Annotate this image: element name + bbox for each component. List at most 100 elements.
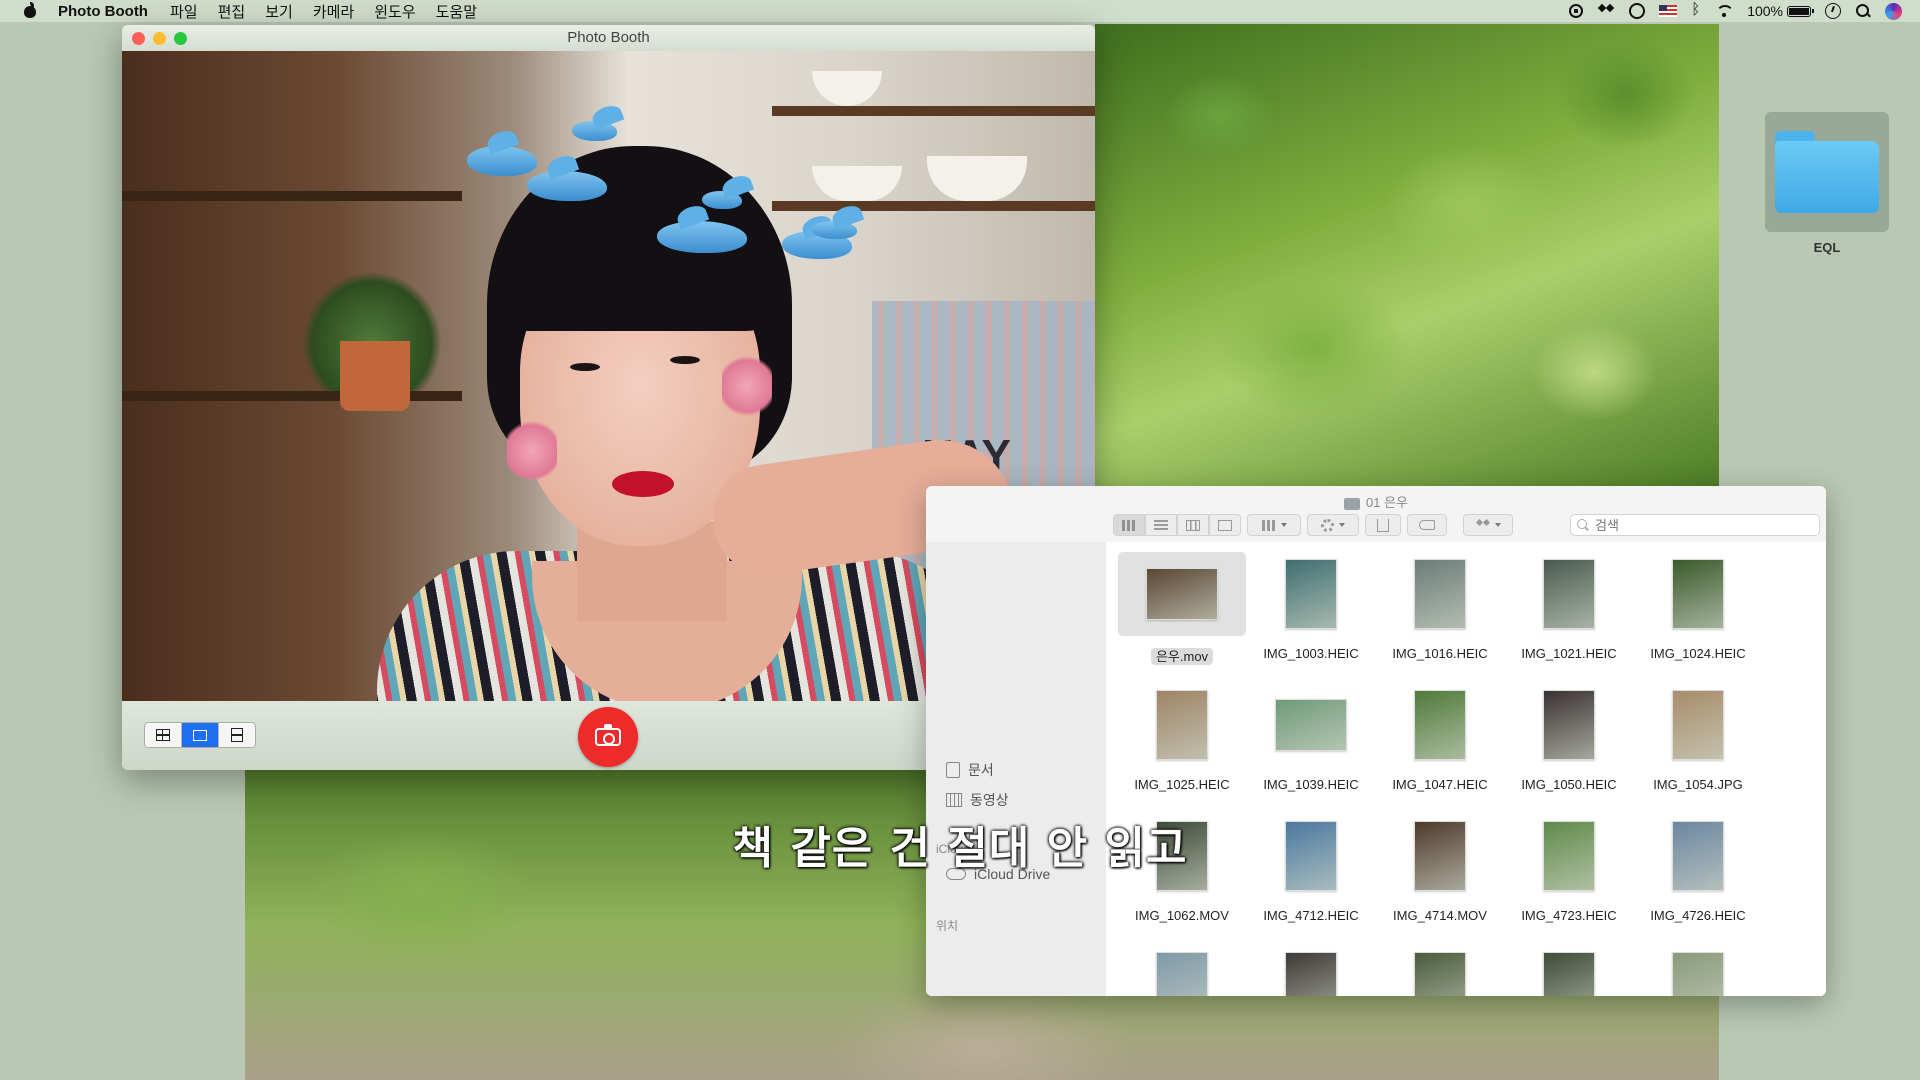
filmstrip-view-button[interactable] bbox=[219, 723, 255, 747]
dropbox-button[interactable] bbox=[1463, 514, 1513, 536]
folder-icon bbox=[1775, 131, 1879, 213]
file-thumbnail bbox=[1414, 952, 1466, 996]
file-name: IMG_1024.HEIC bbox=[1634, 646, 1762, 661]
tags-button[interactable] bbox=[1407, 514, 1447, 536]
group-by-button[interactable] bbox=[1247, 514, 1301, 536]
bowl bbox=[812, 166, 902, 201]
sidebar-section-locations: 위치 bbox=[936, 919, 959, 933]
file-item[interactable]: IMG_1016.HEIC bbox=[1376, 552, 1504, 661]
search-input[interactable] bbox=[1593, 516, 1797, 534]
bird-effect-icon bbox=[657, 221, 747, 253]
siri-icon[interactable] bbox=[1885, 2, 1902, 20]
file-name-text: IMG_4714.MOV bbox=[1393, 908, 1487, 923]
file-grid: 은우.mov IMG_1003.HEIC IMG_1016.HEIC IMG_1021… bbox=[1106, 542, 1826, 996]
file-thumbnail bbox=[1672, 559, 1724, 629]
file-item[interactable] bbox=[1505, 945, 1633, 996]
menu-help[interactable]: 도움말 bbox=[436, 1, 477, 22]
menu-view[interactable]: 보기 bbox=[265, 1, 293, 22]
file-thumbnail bbox=[1672, 690, 1724, 760]
file-item[interactable]: IMG_1054.JPG bbox=[1634, 683, 1762, 792]
dropbox-icon[interactable] bbox=[1597, 4, 1615, 18]
menu-app-name[interactable]: Photo Booth bbox=[58, 3, 148, 20]
file-name-text: IMG_1054.JPG bbox=[1653, 777, 1743, 792]
wall-shelf bbox=[772, 201, 1095, 211]
menu-edit[interactable]: 편집 bbox=[218, 1, 246, 22]
file-item[interactable] bbox=[1118, 945, 1246, 996]
file-thumbnail bbox=[1543, 559, 1595, 629]
file-thumbnail-frame bbox=[1118, 552, 1246, 636]
creative-cloud-icon[interactable] bbox=[1629, 3, 1646, 19]
video-subtitle: 책 같은 건 절대 안 읽고 bbox=[732, 823, 1188, 874]
search-field[interactable] bbox=[1570, 514, 1820, 536]
menu-bar: Photo Booth 파일 편집 보기 카메라 윈도우 도움말 100% bbox=[0, 0, 1920, 22]
file-name-text: IMG_1016.HEIC bbox=[1392, 646, 1488, 661]
file-name-text: IMG_1021.HEIC bbox=[1521, 646, 1617, 661]
gear-icon bbox=[1321, 518, 1334, 532]
group-icon bbox=[1261, 519, 1276, 531]
file-item[interactable]: IMG_1025.HEIC bbox=[1118, 683, 1246, 792]
file-item[interactable]: IMG_1003.HEIC bbox=[1247, 552, 1375, 661]
file-thumbnail-frame bbox=[1505, 683, 1633, 767]
list-view-button[interactable] bbox=[1145, 514, 1177, 536]
menu-file[interactable]: 파일 bbox=[170, 1, 198, 22]
sidebar-item-documents[interactable]: 문서 bbox=[946, 760, 994, 780]
gallery-view-icon bbox=[1218, 519, 1232, 531]
desktop-folder-label: EQL bbox=[1813, 240, 1841, 255]
sidebar-item-movies[interactable]: 동영상 bbox=[946, 790, 1009, 810]
share-button[interactable] bbox=[1365, 514, 1401, 536]
sidebar-item-label: 문서 bbox=[968, 762, 994, 778]
file-name: IMG_1054.JPG bbox=[1634, 777, 1762, 792]
file-item[interactable] bbox=[1247, 945, 1375, 996]
single-view-button[interactable] bbox=[182, 723, 219, 747]
file-thumbnail bbox=[1275, 699, 1347, 751]
share-icon bbox=[1377, 518, 1389, 532]
earring bbox=[507, 416, 557, 486]
spotlight-search-icon[interactable] bbox=[1855, 3, 1871, 19]
file-thumbnail-frame bbox=[1634, 683, 1762, 767]
apple-menu-icon[interactable] bbox=[22, 2, 38, 19]
window-titlebar[interactable]: Photo Booth bbox=[122, 25, 1095, 52]
file-item[interactable]: IMG_1050.HEIC bbox=[1505, 683, 1633, 792]
file-item[interactable] bbox=[1634, 945, 1762, 996]
right-eye bbox=[670, 356, 700, 364]
file-thumbnail bbox=[1414, 690, 1466, 760]
file-thumbnail bbox=[1156, 952, 1208, 996]
dropbox-icon bbox=[1476, 519, 1490, 531]
file-name: IMG_4723.HEIC bbox=[1505, 908, 1633, 923]
wifi-icon[interactable] bbox=[1715, 4, 1735, 18]
file-item[interactable]: IMG_1039.HEIC bbox=[1247, 683, 1375, 792]
file-item[interactable] bbox=[1376, 945, 1504, 996]
icon-view-button[interactable] bbox=[1113, 514, 1145, 536]
desktop-wallpaper-top bbox=[1095, 24, 1719, 487]
action-button[interactable] bbox=[1307, 514, 1359, 536]
bluetooth-icon[interactable] bbox=[1691, 1, 1701, 19]
movie-icon bbox=[946, 793, 962, 807]
file-name: IMG_1039.HEIC bbox=[1247, 777, 1375, 792]
gallery-view-button[interactable] bbox=[1209, 514, 1241, 536]
file-name-text: IMG_1039.HEIC bbox=[1263, 777, 1359, 792]
filmstrip-icon bbox=[231, 728, 243, 742]
file-item[interactable]: 은우.mov bbox=[1118, 552, 1246, 665]
file-thumbnail-frame bbox=[1376, 683, 1504, 767]
desktop-folder[interactable] bbox=[1765, 112, 1889, 232]
file-name: IMG_4726.HEIC bbox=[1634, 908, 1762, 923]
file-name-text: IMG_1047.HEIC bbox=[1392, 777, 1488, 792]
input-source-flag-icon[interactable] bbox=[1659, 5, 1678, 17]
battery-percent: 100% bbox=[1747, 3, 1783, 19]
file-thumbnail-frame bbox=[1247, 552, 1375, 636]
column-view-button[interactable] bbox=[1177, 514, 1209, 536]
grid-view-button[interactable] bbox=[145, 723, 182, 747]
file-item[interactable]: IMG_1047.HEIC bbox=[1376, 683, 1504, 792]
menu-window[interactable]: 윈도우 bbox=[374, 1, 415, 22]
file-item[interactable]: IMG_1024.HEIC bbox=[1634, 552, 1762, 661]
battery-status[interactable]: 100% bbox=[1747, 3, 1814, 19]
file-item[interactable]: IMG_1021.HEIC bbox=[1505, 552, 1633, 661]
window-title: Photo Booth bbox=[567, 29, 650, 46]
screen-record-icon[interactable] bbox=[1569, 4, 1584, 18]
menu-camera[interactable]: 카메라 bbox=[313, 1, 354, 22]
take-photo-button[interactable] bbox=[578, 707, 638, 767]
battery-icon bbox=[1787, 5, 1814, 17]
time-machine-icon[interactable] bbox=[1825, 3, 1841, 19]
bird-effect-icon bbox=[572, 121, 617, 141]
file-name: IMG_1003.HEIC bbox=[1247, 646, 1375, 661]
